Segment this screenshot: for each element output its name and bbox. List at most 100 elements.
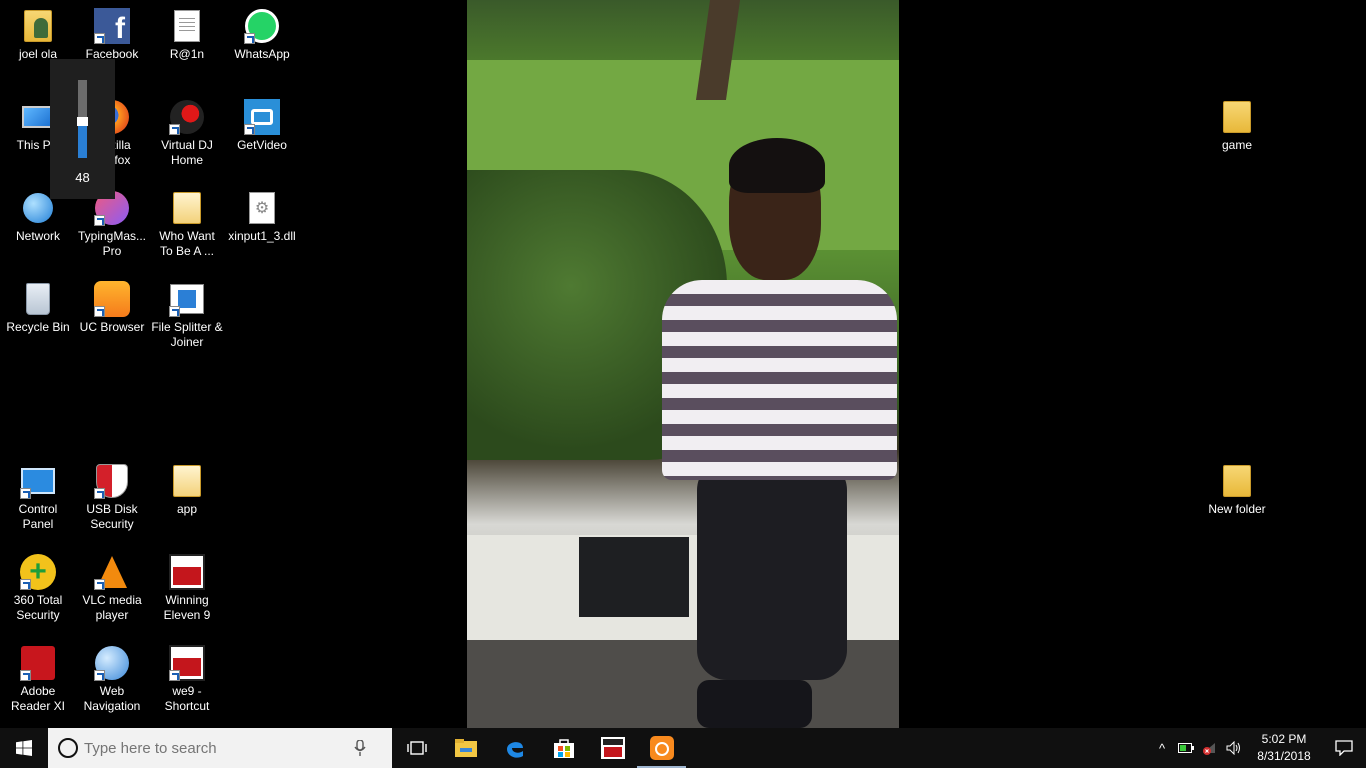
desktop-icon-vlc[interactable]: VLC media player [74,554,150,623]
desktop-icon-whatsapp[interactable]: WhatsApp [224,8,300,62]
task-view-icon [406,741,427,755]
facebook-icon: f [94,8,130,44]
desktop-icon-new-folder[interactable]: New folder [1199,463,1275,517]
desktop-icon-label: Web Navigation [83,684,141,713]
volume-button[interactable] [1222,728,1246,768]
store-icon [553,739,574,758]
network-status-button[interactable] [1198,728,1222,768]
desktop-icon-label: Adobe Reader XI [10,684,66,713]
battery-icon [1178,743,1194,753]
desktop-icon-label: USB Disk Security [86,502,138,531]
wallpaper-person-shoes [697,680,812,728]
desktop-icon-label: app [176,502,198,516]
adobe-reader-icon [20,645,56,681]
recycle-bin-icon [20,281,56,317]
network-disconnected-icon [1203,743,1215,755]
desktop-icon-file-splitter[interactable]: File Splitter & Joiner [149,281,225,350]
edge-icon [506,742,523,758]
desktop-icon-360-total-security[interactable]: + 360 Total Security [0,554,76,623]
desktop-icon-recycle-bin[interactable]: Recycle Bin [0,281,76,335]
winning-eleven-taskbar-button[interactable] [588,728,637,768]
folder-icon [1219,99,1255,135]
volume-slider-thumb[interactable] [77,117,88,126]
desktop-icon-label: Network [15,229,60,243]
desktop-icon-label: New folder [1208,502,1266,516]
desktop-icon-app[interactable]: app [149,463,225,517]
cortana-icon [58,738,78,758]
whatsapp-icon [244,8,280,44]
desktop-icon-label: File Splitter & Joiner [151,320,223,349]
start-button[interactable] [0,728,48,768]
clock-time: 5:02 PM [1261,732,1307,746]
desktop-icon-label: xinput1_3.dll [228,229,296,243]
search-box[interactable] [48,728,392,768]
desktop-icon-label: WhatsApp [234,47,290,61]
store-button[interactable] [539,728,588,768]
system-tray: ^ 5:02 PM 8/31/2018 [1150,728,1366,768]
folder-icon [169,190,205,226]
virtual-dj-icon [169,99,205,135]
desktop-icon-virtual-dj[interactable]: Virtual DJ Home [149,99,225,168]
volume-value: 48 [75,170,90,185]
volume-flyout: 48 [50,59,115,199]
desktop-icon-we9-shortcut[interactable]: we9 - Shortcut [149,645,225,714]
wallpaper-curb-stripe [579,537,689,617]
desktop-icon-label: Control Panel [18,502,58,531]
battery-button[interactable] [1174,728,1198,768]
desktop-icon-facebook[interactable]: f Facebook [74,8,150,62]
desktop-icon-control-panel[interactable]: Control Panel [0,463,76,532]
microphone-icon[interactable] [354,740,366,756]
desktop-icon-usb-disk-security[interactable]: USB Disk Security [74,463,150,532]
desktop-icon-typingmaster[interactable]: TypingMas... Pro [74,190,150,259]
desktop-icon-web-navigation[interactable]: Web Navigation [74,645,150,714]
360-security-icon: + [20,554,56,590]
uc-browser-taskbar-button[interactable] [637,728,686,768]
desktop-icon-label: we9 - Shortcut [164,684,210,713]
desktop-icon-joel-ola[interactable]: joel ola [0,8,76,62]
clock-date: 8/31/2018 [1257,749,1311,763]
taskbar: ^ 5:02 PM 8/31/2018 [0,728,1366,768]
volume-slider[interactable] [77,80,88,158]
desktop-icon-label: Virtual DJ Home [161,138,213,167]
windows-logo-icon [16,740,32,756]
winning-eleven-icon [600,737,625,759]
action-center-button[interactable] [1322,728,1366,768]
winning-eleven-icon [169,554,205,590]
notification-icon [1335,740,1353,756]
edge-button[interactable] [490,728,539,768]
desktop-icon-uc-browser[interactable]: UC Browser [74,281,150,335]
dll-file-icon: ⚙ [244,190,280,226]
web-navigation-icon [94,645,130,681]
desktop-icon-label: 360 Total Security [13,593,63,622]
file-explorer-button[interactable] [441,728,490,768]
desktop-icon-label: VLC media player [82,593,142,622]
uc-browser-icon [94,281,130,317]
wallpaper-person-legs [697,460,847,680]
wallpaper-person-shirt [662,280,897,480]
document-icon [169,8,205,44]
desktop-icon-label: game [1221,138,1253,152]
desktop-icon-label: GetVideo [237,138,287,152]
chevron-up-icon: ^ [1158,740,1166,756]
desktop-icon-r-at-1n[interactable]: R@1n [149,8,225,62]
control-panel-icon [20,463,56,499]
show-hidden-icons-button[interactable]: ^ [1150,728,1174,768]
task-view-button[interactable] [392,728,441,768]
desktop-icon-adobe-reader[interactable]: Adobe Reader XI [0,645,76,714]
desktop-icon-game[interactable]: game [1199,99,1275,153]
desktop[interactable]: joel ola This PC Network Recycle Bin Con… [0,0,1366,728]
folder-icon [1219,463,1255,499]
file-splitter-icon [169,281,205,317]
desktop-icon-winning-eleven-9[interactable]: Winning Eleven 9 [149,554,225,623]
folder-icon [169,463,205,499]
desktop-icon-getvideo[interactable]: GetVideo [224,99,300,153]
usb-disk-security-icon [94,463,130,499]
desktop-icon-xinput-dll[interactable]: ⚙ xinput1_3.dll [224,190,300,244]
file-explorer-icon [454,739,477,757]
search-input[interactable] [84,739,354,757]
uc-browser-icon [649,736,674,760]
desktop-icon-label: R@1n [169,47,205,61]
desktop-icon-who-want-to-be-a[interactable]: Who Want To Be A ... [149,190,225,259]
clock[interactable]: 5:02 PM 8/31/2018 [1246,731,1322,765]
vlc-icon [94,554,130,590]
